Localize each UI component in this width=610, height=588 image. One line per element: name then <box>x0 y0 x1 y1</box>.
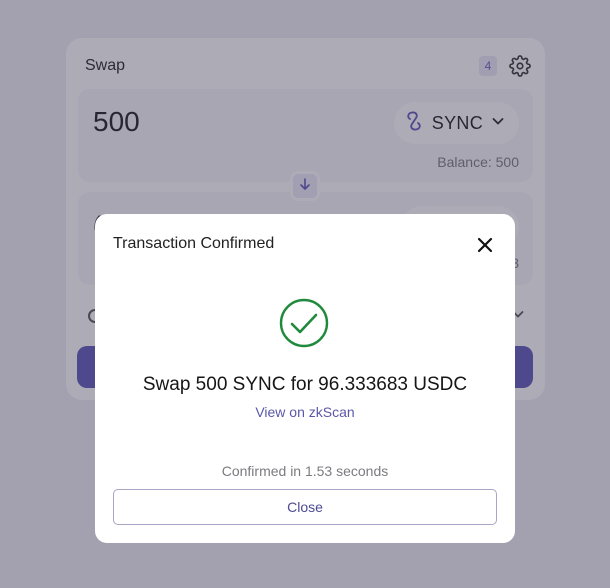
check-circle-icon <box>279 298 329 348</box>
transaction-summary: Swap 500 SYNC for 96.333683 USDC <box>142 374 468 395</box>
zkscan-link-row: View on zkScan <box>95 404 515 420</box>
confirmation-time: Confirmed in 1.53 seconds <box>221 463 389 479</box>
close-icon[interactable] <box>475 235 495 255</box>
modal-title: Transaction Confirmed <box>113 235 275 252</box>
transaction-confirmed-modal: Transaction Confirmed Swap 500 SYNC for … <box>95 214 515 543</box>
close-button[interactable]: Close <box>113 489 497 525</box>
view-on-zkscan-link[interactable]: View on zkScan <box>255 404 354 420</box>
